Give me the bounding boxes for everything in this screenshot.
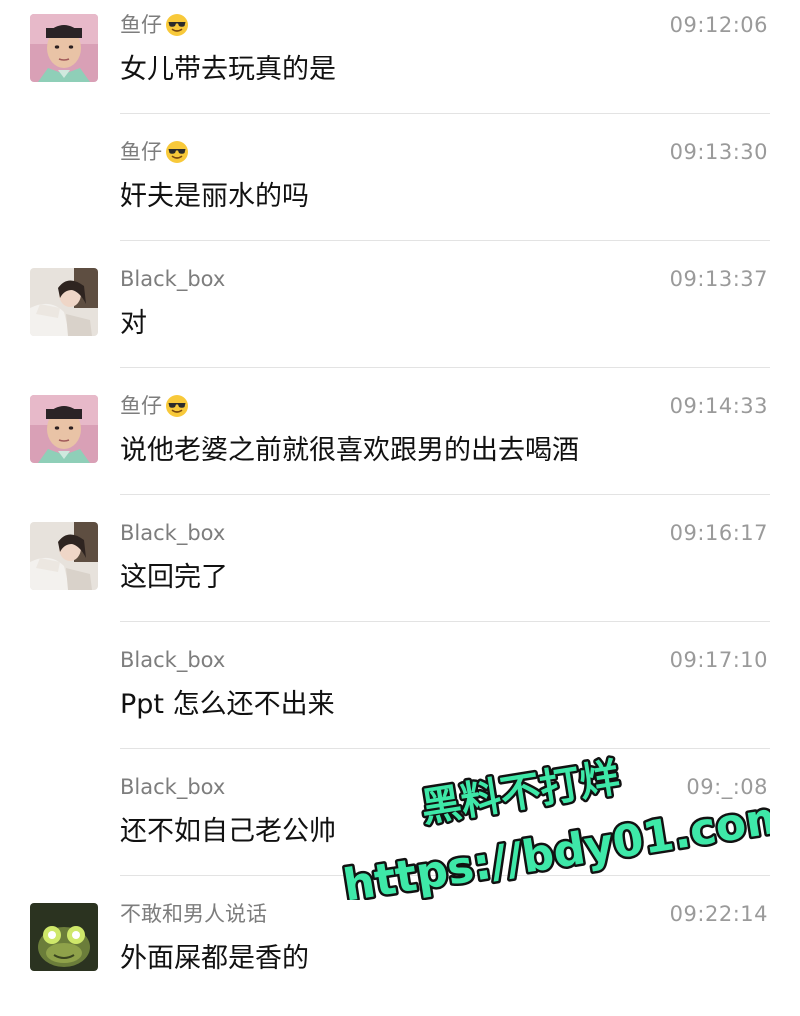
message-sender: 鱼仔 xyxy=(120,391,189,421)
message-item[interactable]: Black_box 09:17:10 Ppt 怎么还不出来 xyxy=(0,635,800,762)
message-text: 还不如自己老公帅 xyxy=(120,816,336,847)
message-timestamp: 09:16:17 xyxy=(669,521,768,545)
avatar-girl-image xyxy=(30,522,98,590)
message-divider xyxy=(120,240,770,241)
message-text: 奸夫是丽水的吗 xyxy=(120,181,309,212)
message-text: 对 xyxy=(120,308,147,339)
avatar-girl[interactable] xyxy=(30,522,98,590)
message-text: 这回完了 xyxy=(120,562,228,593)
message-sender: Black_box xyxy=(120,267,226,291)
message-sender: 鱼仔 xyxy=(120,137,189,167)
message-item[interactable]: 鱼仔 09:14:33 说他老婆之前就很喜欢跟男的出去喝酒 xyxy=(0,381,800,508)
message-sender: Black_box xyxy=(120,775,226,799)
sunglasses-face-icon xyxy=(165,394,189,418)
avatar-frog-image xyxy=(30,903,98,971)
message-item[interactable]: 不敢和男人说话 09:22:14 外面屎都是香的 xyxy=(0,889,800,1016)
sunglasses-face-icon xyxy=(165,140,189,164)
message-divider xyxy=(120,748,770,749)
message-timestamp: 09:12:06 xyxy=(669,13,768,37)
message-timestamp: 09:13:30 xyxy=(669,140,768,164)
message-timestamp: 09:14:33 xyxy=(669,394,768,418)
message-item[interactable]: Black_box 09:_:08 还不如自己老公帅 xyxy=(0,762,800,889)
message-sender: Black_box xyxy=(120,648,226,672)
message-divider xyxy=(120,875,770,876)
avatar-boy[interactable] xyxy=(30,395,98,463)
avatar-girl[interactable] xyxy=(30,268,98,336)
message-divider xyxy=(120,621,770,622)
message-item[interactable]: 鱼仔 09:13:30 奸夫是丽水的吗 xyxy=(0,127,800,254)
message-text: 说他老婆之前就很喜欢跟男的出去喝酒 xyxy=(120,435,579,466)
avatar-frog[interactable] xyxy=(30,903,98,971)
message-sender: 不敢和男人说话 xyxy=(120,902,267,926)
message-timestamp: 09:_:08 xyxy=(686,775,768,799)
message-text: Ppt 怎么还不出来 xyxy=(120,689,335,720)
message-divider xyxy=(120,113,770,114)
message-text: 女儿带去玩真的是 xyxy=(120,54,336,85)
message-sender: Black_box xyxy=(120,521,226,545)
message-item[interactable]: 鱼仔 09:12:06 女儿带去玩真的是 xyxy=(0,0,800,127)
message-item[interactable]: Black_box 09:16:17 这回完了 xyxy=(0,508,800,635)
avatar-boy[interactable] xyxy=(30,14,98,82)
sunglasses-face-icon xyxy=(165,13,189,37)
message-item[interactable]: Black_box 09:13:37 对 xyxy=(0,254,800,381)
avatar-boy-image xyxy=(30,395,98,463)
chat-message-list: 鱼仔 09:12:06 女儿带去玩真的是 鱼仔 09:13:30 奸夫是丽水的吗… xyxy=(0,0,800,991)
message-divider xyxy=(120,494,770,495)
message-timestamp: 09:22:14 xyxy=(669,902,768,926)
message-timestamp: 09:17:10 xyxy=(669,648,768,672)
avatar-boy-image xyxy=(30,14,98,82)
message-sender: 鱼仔 xyxy=(120,10,189,40)
avatar-girl-image xyxy=(30,268,98,336)
message-text: 外面屎都是香的 xyxy=(120,943,309,974)
message-timestamp: 09:13:37 xyxy=(669,267,768,291)
message-divider xyxy=(120,367,770,368)
